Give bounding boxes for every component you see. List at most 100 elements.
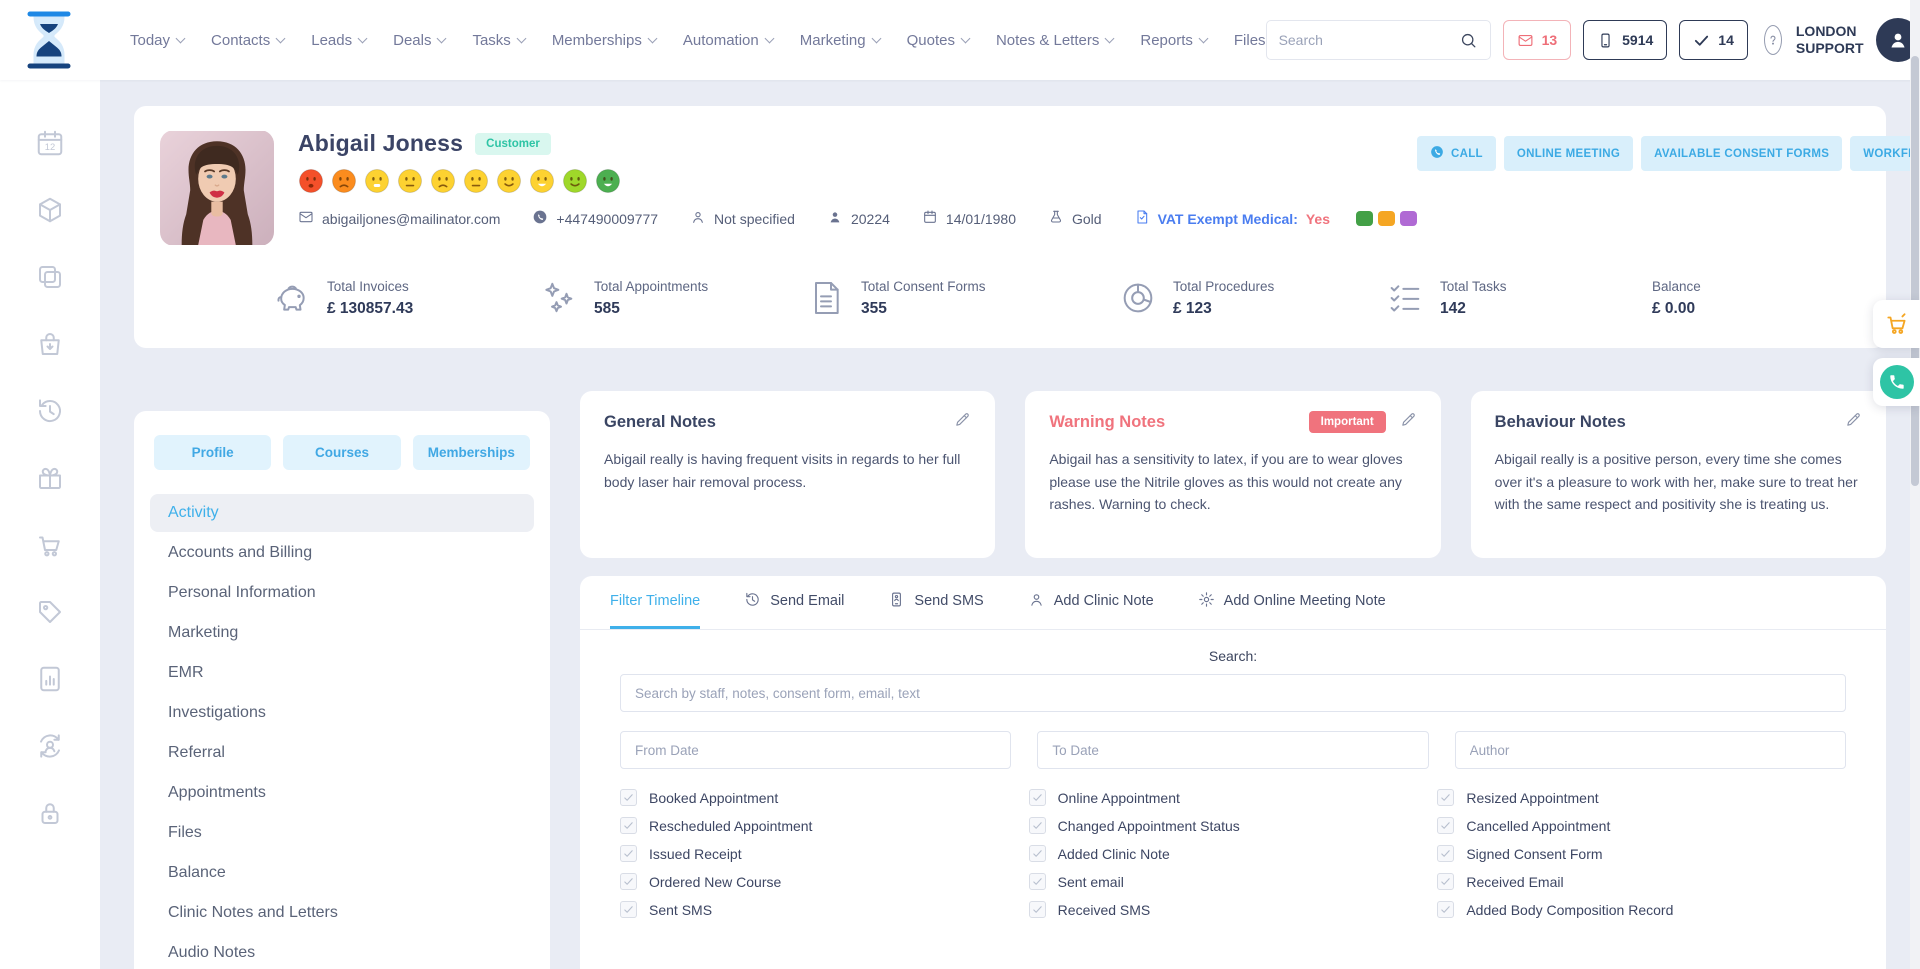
panel-menu-item[interactable]: Investigations xyxy=(150,694,534,732)
panel-menu-item[interactable]: Files xyxy=(150,814,534,852)
phone-notifications-button[interactable]: 5914 xyxy=(1583,20,1667,60)
checkbox-checked-icon[interactable] xyxy=(620,817,637,834)
timeline-search-input[interactable] xyxy=(620,674,1846,712)
filter-checkbox[interactable]: Online Appointment xyxy=(1029,789,1438,806)
rail-icon[interactable] xyxy=(35,731,65,766)
checkbox-checked-icon[interactable] xyxy=(1437,873,1454,890)
scrollbar[interactable] xyxy=(1910,0,1920,969)
filter-checkbox[interactable]: Received SMS xyxy=(1029,901,1438,918)
color-tag[interactable] xyxy=(1378,211,1395,226)
checkbox-checked-icon[interactable] xyxy=(620,901,637,918)
rail-icon[interactable] xyxy=(35,262,65,297)
nav-item[interactable]: Tasks xyxy=(472,32,524,49)
filter-checkbox[interactable]: Issued Receipt xyxy=(620,845,1029,862)
search-icon[interactable] xyxy=(1448,21,1490,59)
nav-item[interactable]: Automation xyxy=(683,32,773,49)
panel-menu-item[interactable]: Activity xyxy=(150,494,534,532)
action-button[interactable]: ONLINE MEETING xyxy=(1504,136,1633,171)
panel-menu-item[interactable]: Accounts and Billing xyxy=(150,534,534,572)
nav-item[interactable]: Reports xyxy=(1140,32,1207,49)
nav-item[interactable]: Quotes xyxy=(907,32,969,49)
rail-icon[interactable] xyxy=(35,798,65,833)
edit-pencil-icon[interactable] xyxy=(954,411,971,433)
author-input[interactable] xyxy=(1455,731,1846,769)
rating-emoji-icon[interactable] xyxy=(529,168,555,194)
search-input[interactable] xyxy=(1267,32,1448,48)
customer-photo[interactable] xyxy=(160,130,274,246)
checkbox-checked-icon[interactable] xyxy=(1437,817,1454,834)
rating-emoji-icon[interactable] xyxy=(562,168,588,194)
to-date-input[interactable] xyxy=(1037,731,1428,769)
panel-menu-item[interactable]: Marketing xyxy=(150,614,534,652)
panel-tab[interactable]: Memberships xyxy=(413,435,530,470)
nav-item[interactable]: Deals xyxy=(393,32,445,49)
rail-icon[interactable] xyxy=(35,463,65,498)
checkbox-checked-icon[interactable] xyxy=(1029,845,1046,862)
checkbox-checked-icon[interactable] xyxy=(1029,789,1046,806)
filter-checkbox[interactable]: Sent email xyxy=(1029,873,1438,890)
panel-tab[interactable]: Profile xyxy=(154,435,271,470)
filter-checkbox[interactable]: Sent SMS xyxy=(620,901,1029,918)
tasks-button[interactable]: 14 xyxy=(1679,20,1748,60)
nav-item[interactable]: Files xyxy=(1234,32,1266,49)
action-button[interactable]: AVAILABLE CONSENT FORMS xyxy=(1641,136,1842,171)
quick-cart-button[interactable] xyxy=(1873,300,1920,348)
rating-emoji-icon[interactable] xyxy=(496,168,522,194)
rating-emoji-icon[interactable] xyxy=(364,168,390,194)
color-tag[interactable] xyxy=(1356,211,1373,226)
rail-icon[interactable] xyxy=(35,530,65,565)
panel-menu-item[interactable]: Personal Information xyxy=(150,574,534,612)
checkbox-checked-icon[interactable] xyxy=(1029,873,1046,890)
timeline-tab[interactable]: Send SMS xyxy=(888,576,983,629)
rail-icon[interactable] xyxy=(35,597,65,632)
rail-icon[interactable] xyxy=(35,664,65,699)
rating-emoji-icon[interactable] xyxy=(331,168,357,194)
nav-item[interactable]: Leads xyxy=(311,32,366,49)
nav-item[interactable]: Memberships xyxy=(552,32,656,49)
checkbox-checked-icon[interactable] xyxy=(1437,789,1454,806)
rating-emoji-icon[interactable] xyxy=(430,168,456,194)
filter-checkbox[interactable]: Cancelled Appointment xyxy=(1437,817,1846,834)
checkbox-checked-icon[interactable] xyxy=(1437,845,1454,862)
filter-checkbox[interactable]: Rescheduled Appointment xyxy=(620,817,1029,834)
timeline-tab[interactable]: Add Online Meeting Note xyxy=(1198,576,1386,629)
rail-icon[interactable]: 12 xyxy=(35,128,65,163)
color-tag[interactable] xyxy=(1400,211,1417,226)
rail-icon[interactable] xyxy=(35,396,65,431)
action-button[interactable]: CALL xyxy=(1417,136,1496,171)
rating-emoji-icon[interactable] xyxy=(298,168,324,194)
edit-pencil-icon[interactable] xyxy=(1400,411,1417,433)
rating-emoji-icon[interactable] xyxy=(463,168,489,194)
filter-checkbox[interactable]: Signed Consent Form xyxy=(1437,845,1846,862)
nav-item[interactable]: Today xyxy=(130,32,184,49)
checkbox-checked-icon[interactable] xyxy=(620,873,637,890)
checkbox-checked-icon[interactable] xyxy=(1029,817,1046,834)
filter-checkbox[interactable]: Added Body Composition Record xyxy=(1437,901,1846,918)
checkbox-checked-icon[interactable] xyxy=(1029,901,1046,918)
filter-checkbox[interactable]: Changed Appointment Status xyxy=(1029,817,1438,834)
nav-item[interactable]: Notes & Letters xyxy=(996,32,1113,49)
filter-checkbox[interactable]: Ordered New Course xyxy=(620,873,1029,890)
rating-emoji-icon[interactable] xyxy=(595,168,621,194)
panel-menu-item[interactable]: Appointments xyxy=(150,774,534,812)
filter-checkbox[interactable]: Received Email xyxy=(1437,873,1846,890)
rail-icon[interactable] xyxy=(35,329,65,364)
hourglass-logo[interactable] xyxy=(24,11,74,69)
rating-emoji-icon[interactable] xyxy=(397,168,423,194)
scrollbar-thumb[interactable] xyxy=(1911,56,1919,486)
rail-icon[interactable] xyxy=(35,195,65,230)
panel-tab[interactable]: Courses xyxy=(283,435,400,470)
panel-menu-item[interactable]: Clinic Notes and Letters xyxy=(150,894,534,932)
timeline-tab[interactable]: Filter Timeline xyxy=(610,576,700,629)
email-notifications-button[interactable]: 13 xyxy=(1503,20,1572,60)
timeline-tab[interactable]: Send Email xyxy=(744,576,844,629)
timeline-tab[interactable]: Add Clinic Note xyxy=(1028,576,1154,629)
checkbox-checked-icon[interactable] xyxy=(1437,901,1454,918)
filter-checkbox[interactable]: Resized Appointment xyxy=(1437,789,1846,806)
edit-pencil-icon[interactable] xyxy=(1845,411,1862,433)
help-button[interactable] xyxy=(1764,25,1782,55)
nav-item[interactable]: Contacts xyxy=(211,32,284,49)
panel-menu-item[interactable]: Audio Notes xyxy=(150,934,534,969)
quick-call-button[interactable] xyxy=(1873,358,1920,406)
checkbox-checked-icon[interactable] xyxy=(620,789,637,806)
